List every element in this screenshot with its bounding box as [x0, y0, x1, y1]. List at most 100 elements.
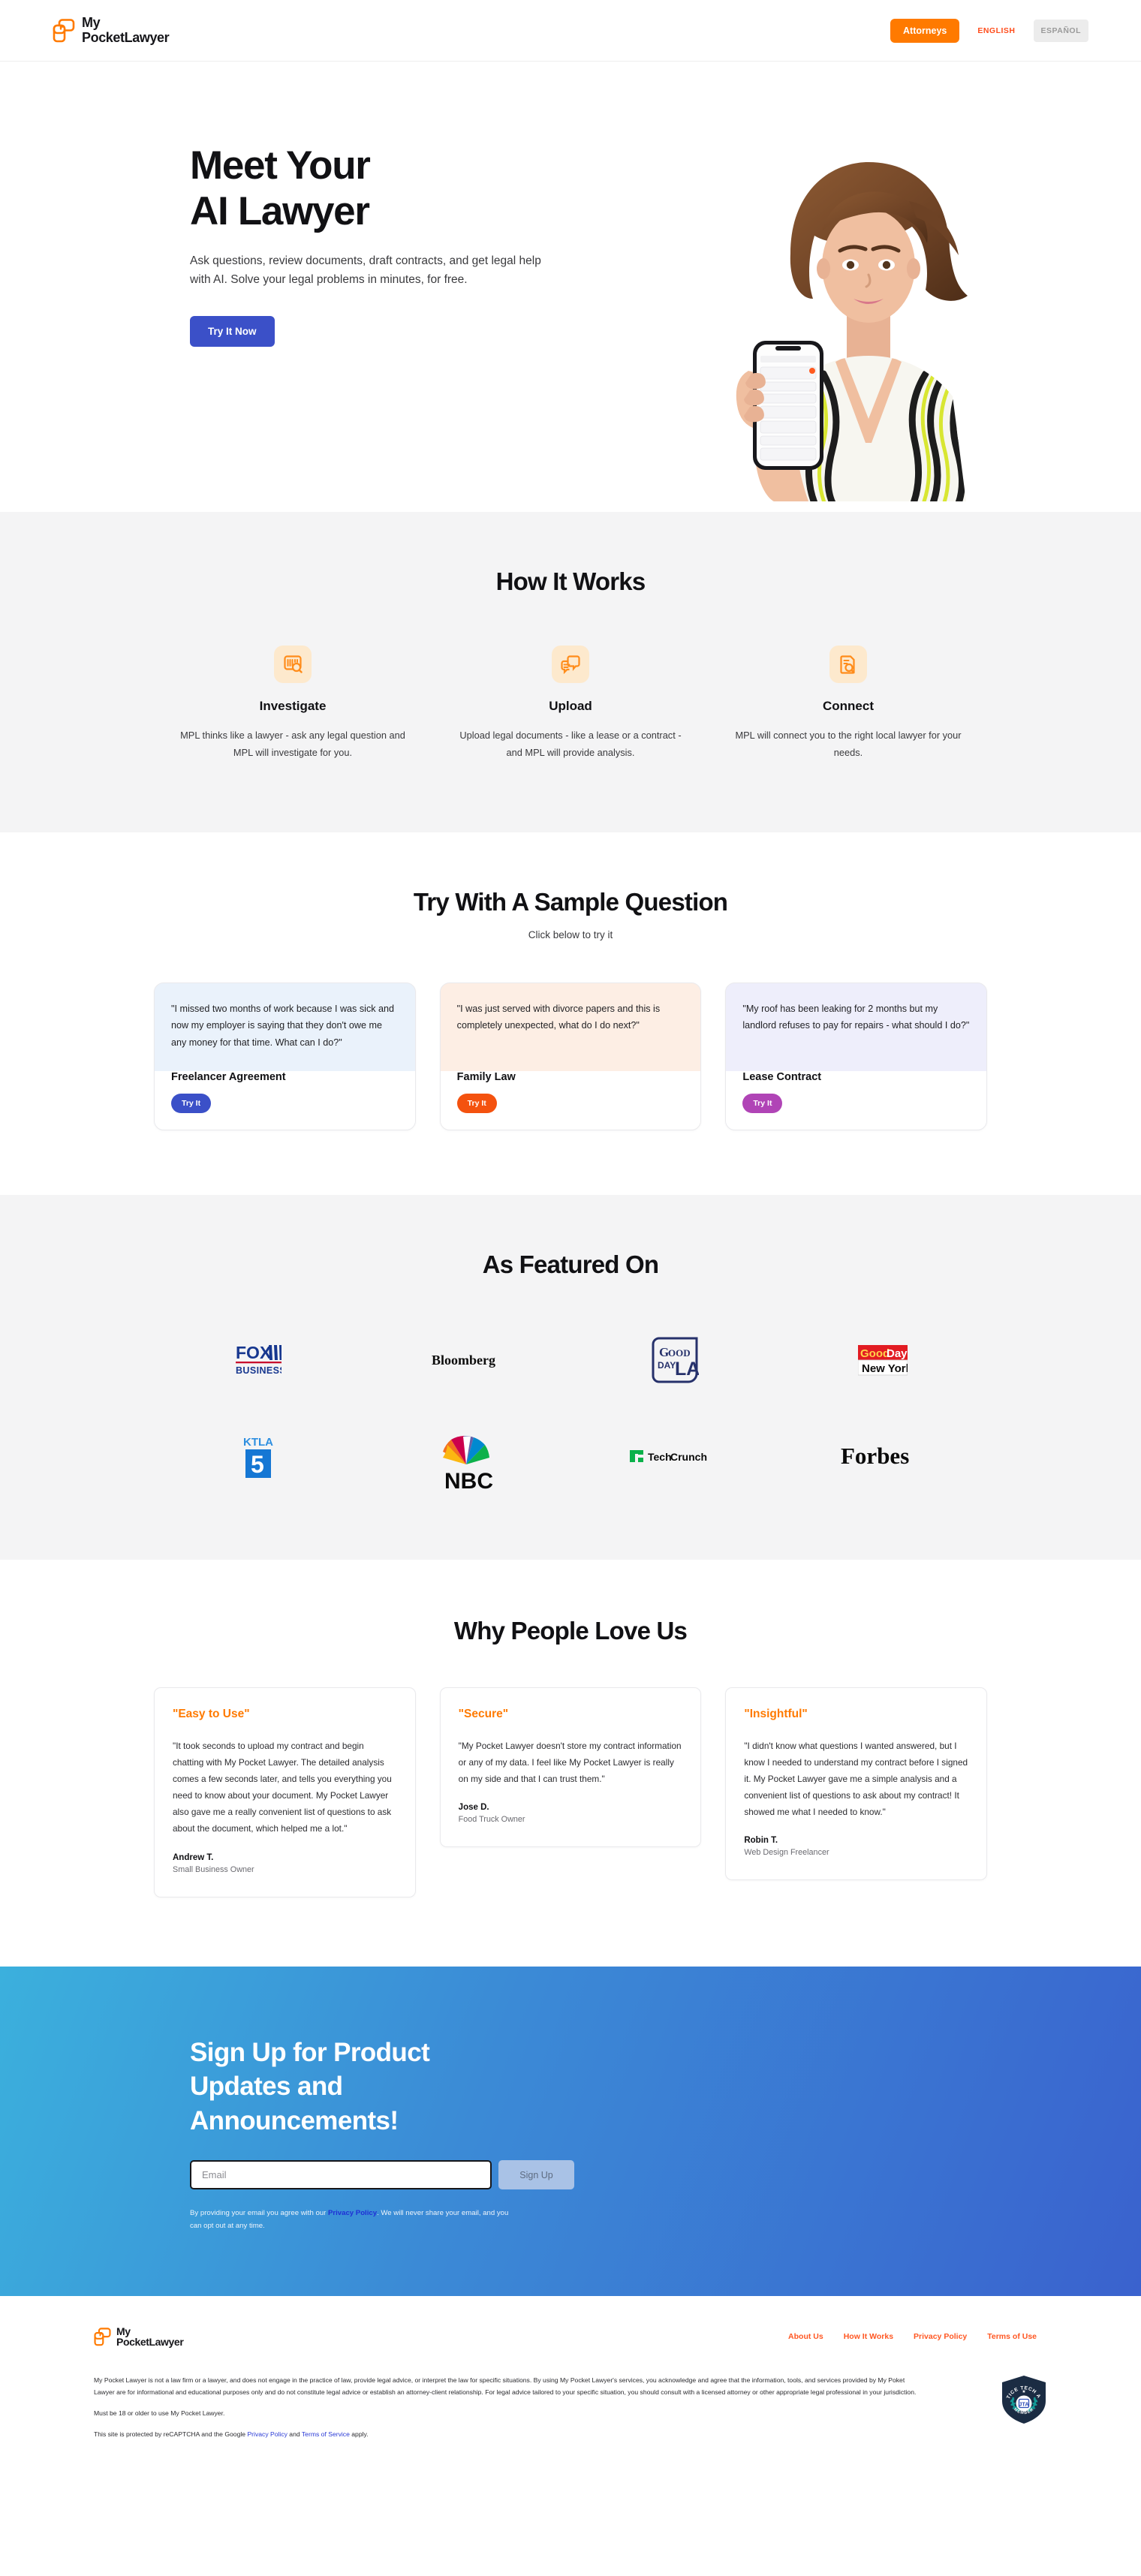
svg-text:DAY: DAY	[658, 1360, 676, 1371]
footer-age-notice: Must be 18 or older to use My Pocket Law…	[94, 2409, 225, 2417]
brand-line-2: PocketLawyer	[82, 29, 170, 45]
sample-card-quote: "My roof has been leaking for 2 months b…	[726, 983, 987, 1055]
svg-text:OOD: OOD	[668, 1347, 691, 1359]
svg-text:Tech: Tech	[648, 1451, 672, 1463]
good-day-new-york-logo-icon: Good Day New York	[858, 1345, 908, 1376]
svg-text:FOX: FOX	[236, 1343, 272, 1362]
svg-text:Day: Day	[887, 1347, 908, 1360]
footer-brand-logo[interactable]: My PocketLawyer	[94, 2325, 184, 2349]
language-spanish[interactable]: ESPAÑOL	[1033, 19, 1088, 42]
newsletter-disclaimer: By providing your email you agree with o…	[190, 2209, 509, 2230]
bloomberg-logo-icon: Bloomberg	[432, 1353, 495, 1368]
how-step-title: Connect	[823, 699, 874, 713]
attorneys-button[interactable]: Attorneys	[890, 18, 960, 43]
footer-link-about-us[interactable]: About Us	[788, 2332, 823, 2341]
logo-bloomberg: Bloomberg	[363, 1326, 571, 1395]
svg-text:JTA: JTA	[1019, 2401, 1029, 2408]
how-step-text: MPL thinks like a lawyer - ask any legal…	[180, 730, 405, 758]
logo-techcrunch: Tech Crunch	[570, 1422, 779, 1491]
testimonial-card: "Easy to Use" "It took seconds to upload…	[154, 1687, 416, 1897]
testimonial-quote: "I didn't know what questions I wanted a…	[744, 1741, 968, 1818]
logo-good-day-la: G OOD DAY LA	[570, 1326, 779, 1395]
testimonial-heading: "Secure"	[458, 1708, 509, 1721]
footer-recaptcha-notice: This site is protected by reCAPTCHA and …	[94, 2430, 369, 2439]
how-step-title: Investigate	[259, 699, 327, 713]
footer-link-terms-of-use[interactable]: Terms of Use	[987, 2332, 1037, 2341]
svg-text:LA: LA	[675, 1359, 699, 1380]
woman-holding-phone-icon	[736, 162, 968, 501]
nbc-peacock-logo-icon: NBC	[443, 1436, 493, 1490]
sample-questions-subtitle: Click below to try it	[528, 928, 613, 940]
techcrunch-logo-icon: Tech Crunch	[629, 1450, 707, 1463]
sample-card-label: Family Law	[456, 1071, 516, 1084]
newsletter-heading: Sign Up for Product Updates and Announce…	[190, 2037, 430, 2135]
how-step-title: Upload	[549, 699, 592, 713]
testimonial-author: Jose D.	[458, 1803, 489, 1813]
fox-business-logo-icon: FOX BUSINESS	[235, 1343, 281, 1376]
footer-link-privacy-policy[interactable]: Privacy Policy	[914, 2332, 967, 2341]
document-search-icon	[274, 646, 312, 683]
pocket-lawyer-logo-icon	[94, 2328, 111, 2346]
testimonial-quote: "It took seconds to upload my contract a…	[173, 1741, 392, 1834]
document-magnifier-icon	[829, 646, 867, 683]
signup-button[interactable]: Sign Up	[498, 2160, 574, 2190]
how-it-works-title: How It Works	[495, 567, 646, 595]
svg-text:BUSINESS: BUSINESS	[236, 1365, 281, 1376]
sample-questions-section: Try With A Sample Question Click below t…	[0, 832, 1141, 1196]
sample-try-it-button[interactable]: Try It	[742, 1094, 783, 1114]
sample-try-it-button[interactable]: Try It	[456, 1094, 497, 1114]
testimonial-card: "Insightful" "I didn't know what questio…	[725, 1687, 988, 1881]
testimonials-title: Why People Love Us	[453, 1617, 688, 1645]
privacy-policy-link[interactable]: Privacy Policy	[328, 2209, 377, 2217]
sample-card-lease-contract[interactable]: "My roof has been leaking for 2 months b…	[725, 982, 988, 1131]
site-header: My PocketLawyer Attorneys ENGLISH ESPAÑO…	[0, 0, 1141, 62]
svg-text:Crunch: Crunch	[670, 1451, 707, 1463]
pocket-lawyer-logo-icon	[53, 18, 75, 43]
testimonial-author: Robin T.	[744, 1836, 778, 1846]
testimonial-quote: "My Pocket Lawyer doesn't store my contr…	[458, 1741, 682, 1785]
sample-questions-title: Try With A Sample Question	[413, 887, 728, 916]
testimonial-card: "Secure" "My Pocket Lawyer doesn't store…	[439, 1687, 702, 1848]
testimonials-section: Why People Love Us "Easy to Use" "It too…	[0, 1560, 1141, 1967]
sample-card-freelancer-agreement[interactable]: "I missed two months of work because I w…	[154, 982, 416, 1131]
testimonial-author: Andrew T.	[173, 1852, 214, 1862]
how-step-investigate: Investigate MPL thinks like a lawyer - a…	[154, 646, 432, 762]
email-input[interactable]	[190, 2160, 492, 2190]
brand-line-1: My	[82, 15, 101, 31]
sample-card-family-law[interactable]: "I was just served with divorce papers a…	[439, 982, 702, 1131]
svg-text:Forbes: Forbes	[841, 1444, 909, 1468]
svg-text:★: ★	[1022, 2389, 1025, 2394]
how-step-text: Upload legal documents - like a lease or…	[459, 730, 682, 758]
brand-line-1: My	[116, 2325, 131, 2337]
svg-text:KTLA: KTLA	[243, 1436, 273, 1449]
logo-ktla-5: KTLA 5	[154, 1422, 363, 1491]
sample-try-it-button[interactable]: Try It	[171, 1094, 212, 1114]
justice-tech-assn-member-badge-icon: JUSTICE TECH ASSN ★	[998, 2371, 1046, 2424]
how-it-works-section: How It Works Investigate MPL thinks like…	[0, 512, 1141, 832]
svg-text:NBC: NBC	[444, 1469, 493, 1490]
try-it-now-button[interactable]: Try It Now	[190, 316, 275, 348]
brand-line-2: PocketLawyer	[116, 2336, 184, 2349]
svg-text:New York: New York	[862, 1362, 908, 1375]
how-step-connect: Connect MPL will connect you to the righ…	[709, 646, 987, 762]
logo-good-day-new-york: Good Day New York	[779, 1326, 988, 1395]
language-english[interactable]: ENGLISH	[970, 20, 1022, 42]
google-privacy-policy-link[interactable]: Privacy Policy	[247, 2430, 287, 2438]
site-footer: My PocketLawyer About Us How It Works Pr…	[0, 2295, 1141, 2483]
testimonial-role: Web Design Freelancer	[744, 1848, 829, 1858]
footer-link-how-it-works[interactable]: How It Works	[844, 2332, 893, 2341]
svg-text:Bloomberg: Bloomberg	[432, 1353, 495, 1368]
testimonial-role: Food Truck Owner	[458, 1815, 525, 1825]
as-featured-on-title: As Featured On	[482, 1250, 659, 1279]
sample-card-label: Freelancer Agreement	[171, 1071, 286, 1084]
sample-card-quote: "I was just served with divorce papers a…	[440, 983, 701, 1055]
forbes-logo-icon: Forbes	[841, 1444, 909, 1468]
svg-text:5: 5	[251, 1451, 264, 1478]
testimonial-heading: "Insightful"	[744, 1708, 808, 1721]
google-terms-of-service-link[interactable]: Terms of Service	[302, 2430, 350, 2438]
ktla-5-logo-icon: KTLA 5	[243, 1436, 273, 1479]
svg-text:Good: Good	[860, 1347, 890, 1360]
brand-logo[interactable]: My PocketLawyer	[53, 15, 170, 45]
hero-title-line-2: AI Lawyer	[190, 189, 370, 234]
good-day-la-logo-icon: G OOD DAY LA	[652, 1337, 699, 1383]
